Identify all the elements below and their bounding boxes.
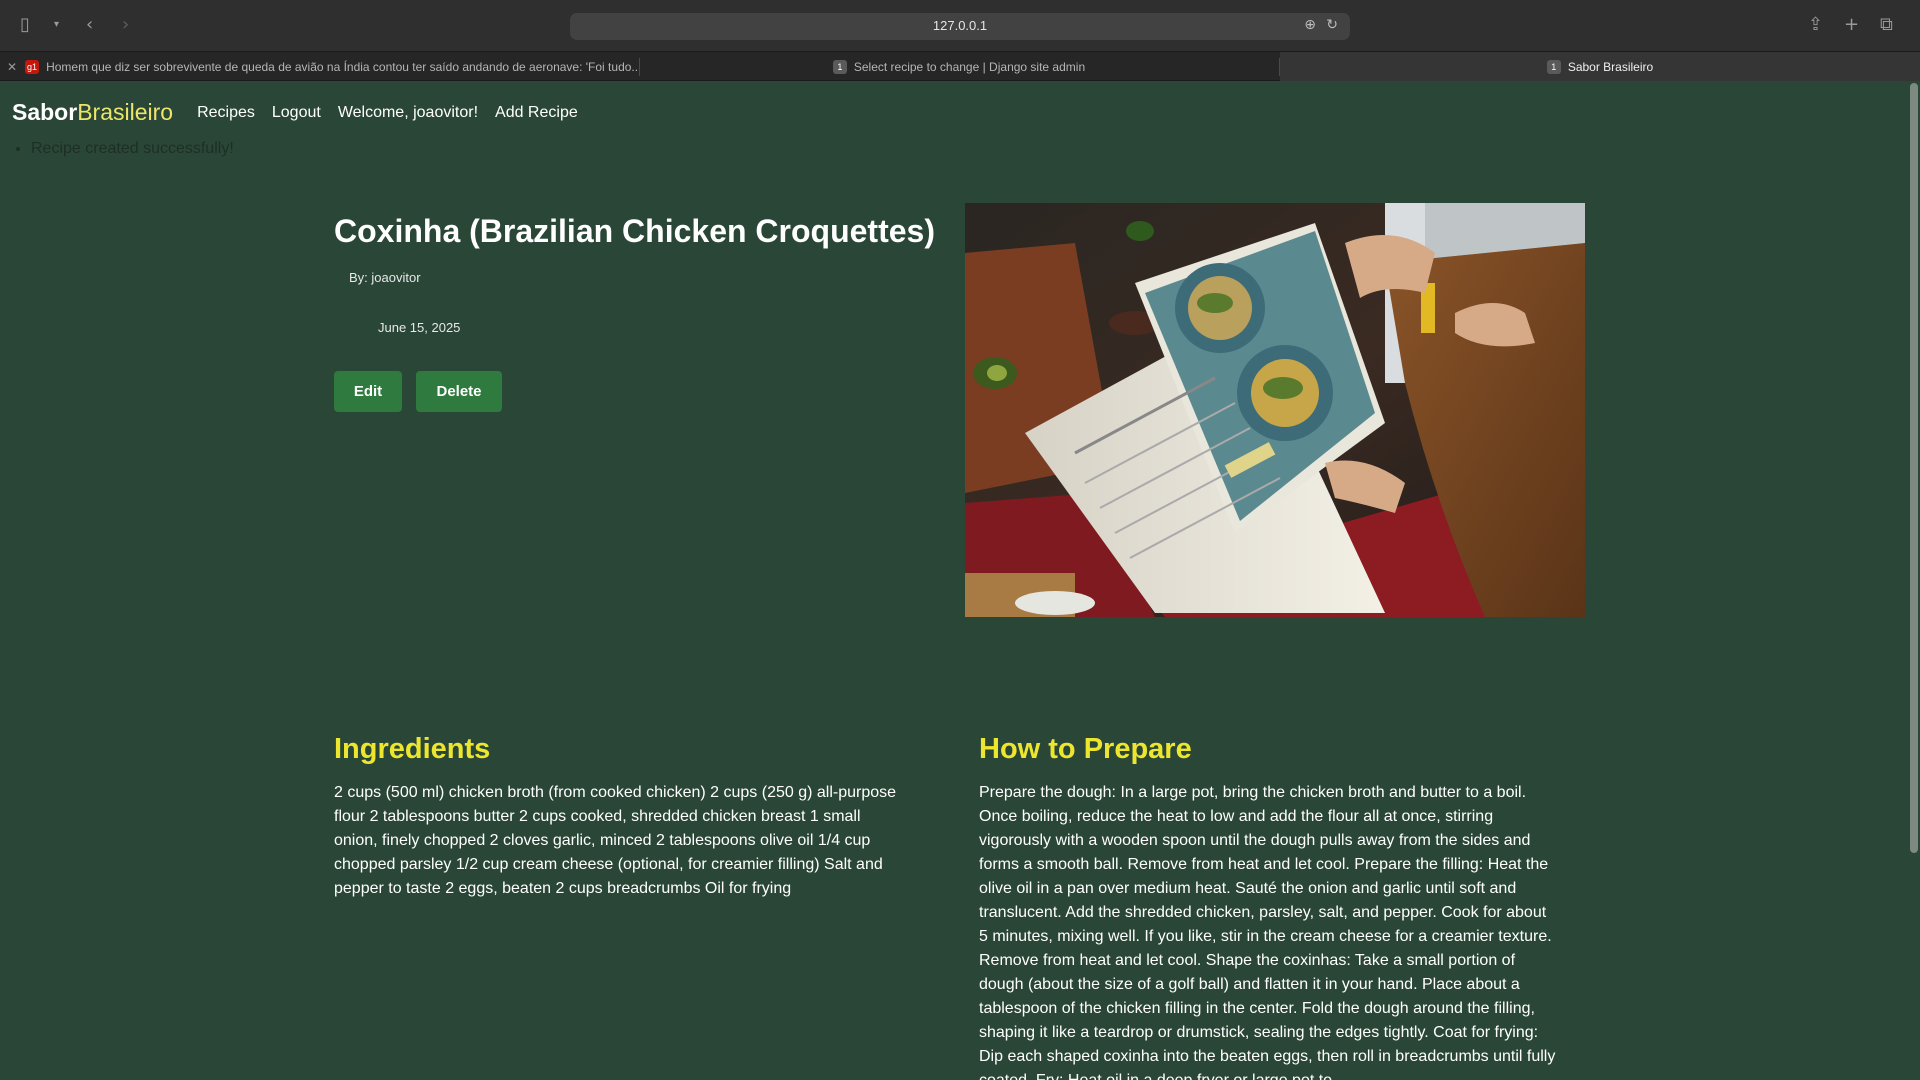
nav-recipes-link[interactable]: Recipes bbox=[197, 104, 255, 122]
tab-news[interactable]: ✕ g1 Homem que diz ser sobrevivente de q… bbox=[0, 52, 638, 81]
edit-button[interactable]: Edit bbox=[334, 371, 402, 412]
ingredients-heading: Ingredients bbox=[334, 733, 491, 765]
url-text[interactable]: 127.0.0.1 bbox=[570, 18, 1350, 33]
reload-icon[interactable]: ↻ bbox=[1326, 17, 1338, 33]
share-icon[interactable]: ⇪ bbox=[1808, 14, 1823, 36]
page-scrollbar[interactable] bbox=[1910, 83, 1918, 853]
site-favicon-icon: 1 bbox=[1546, 59, 1561, 74]
site-favicon-icon: 1 bbox=[832, 59, 847, 74]
logo-light: Brasileiro bbox=[77, 99, 174, 125]
prepare-heading: How to Prepare bbox=[979, 733, 1192, 765]
flash-messages: Recipe created successfully! bbox=[13, 140, 234, 158]
site-nav: SaborBrasileiro Recipes Logout Welcome, … bbox=[12, 99, 595, 126]
recipe-date: June 15, 2025 bbox=[378, 320, 461, 335]
chevron-down-icon[interactable]: ▾ bbox=[54, 14, 59, 36]
address-bar[interactable]: 127.0.0.1 ⊕ ↻ bbox=[570, 13, 1350, 40]
browser-toolbar: ▯ ▾ ‹ › 127.0.0.1 ⊕ ↻ ⇪ + ⧉ bbox=[0, 0, 1920, 51]
tab-overview-icon[interactable]: ⧉ bbox=[1880, 14, 1893, 36]
tab-bar: ✕ g1 Homem que diz ser sobrevivente de q… bbox=[0, 51, 1920, 81]
site-logo[interactable]: SaborBrasileiro bbox=[12, 99, 173, 126]
recipe-title: Coxinha (Brazilian Chicken Croquettes) bbox=[334, 213, 935, 249]
recipe-image bbox=[965, 203, 1585, 617]
tab-title: Select recipe to change | Django site ad… bbox=[853, 59, 1086, 74]
nav-welcome-link[interactable]: Welcome, joaovitor! bbox=[338, 104, 478, 122]
recipe-author: By: joaovitor bbox=[349, 270, 421, 285]
page-content: SaborBrasileiro Recipes Logout Welcome, … bbox=[0, 81, 1920, 1080]
delete-button[interactable]: Delete bbox=[416, 371, 502, 412]
tab-title: Sabor Brasileiro bbox=[1567, 59, 1654, 74]
tab-django-admin[interactable]: 1 Select recipe to change | Django site … bbox=[640, 52, 1278, 81]
nav-add-recipe-link[interactable]: Add Recipe bbox=[495, 104, 578, 122]
logo-bold: Sabor bbox=[12, 99, 78, 125]
close-tab-icon[interactable]: ✕ bbox=[7, 60, 17, 74]
g1-favicon-icon: g1 bbox=[25, 59, 40, 74]
tab-title: Homem que diz ser sobrevivente de queda … bbox=[46, 59, 638, 74]
translate-icon[interactable]: ⊕ bbox=[1304, 17, 1316, 33]
back-icon[interactable]: ‹ bbox=[86, 14, 93, 36]
nav-logout-link[interactable]: Logout bbox=[272, 104, 321, 122]
recipe-photo-illustration bbox=[965, 203, 1585, 617]
sidebar-toggle-icon[interactable]: ▯ bbox=[20, 14, 30, 36]
new-tab-icon[interactable]: + bbox=[1844, 14, 1859, 36]
flash-message: Recipe created successfully! bbox=[31, 140, 234, 158]
prepare-text: Prepare the dough: In a large pot, bring… bbox=[979, 784, 1556, 1080]
tab-sabor-brasileiro[interactable]: 1 Sabor Brasileiro bbox=[1280, 52, 1920, 81]
ingredients-text: 2 cups (500 ml) chicken broth (from cook… bbox=[334, 784, 897, 897]
forward-icon[interactable]: › bbox=[122, 14, 129, 36]
